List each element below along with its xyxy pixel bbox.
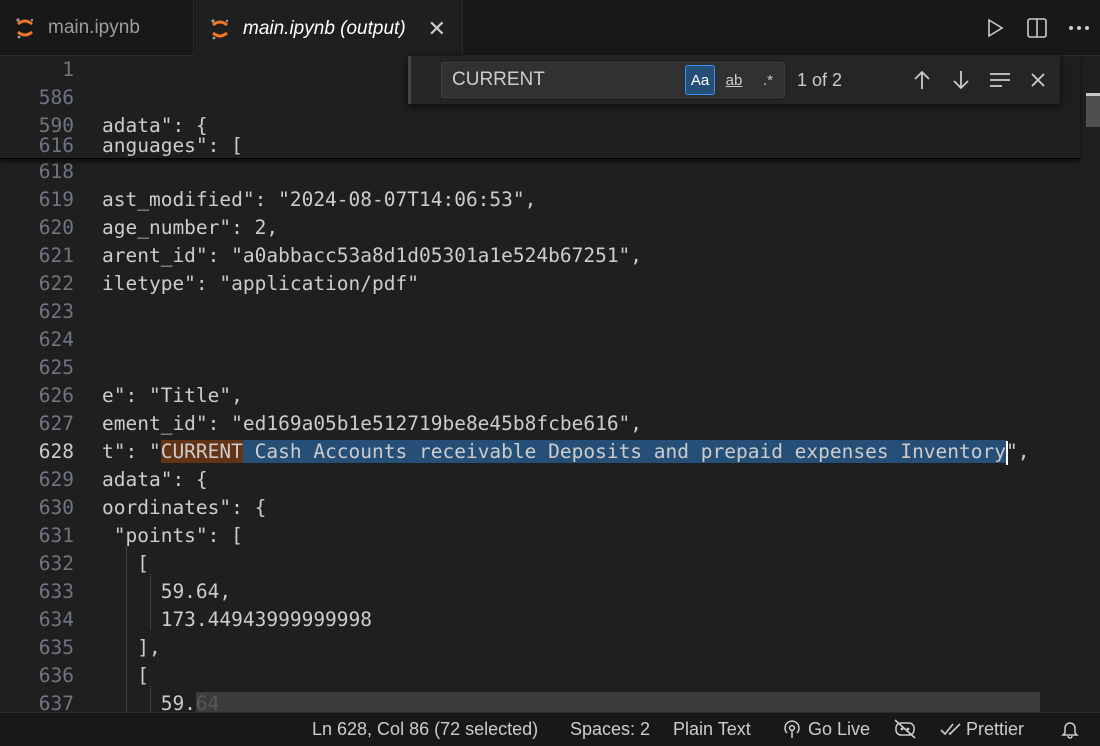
match-case-toggle[interactable]: Aa [685,65,715,95]
current-search-match: CURRENT [160,440,243,463]
line-text: ement_id": "ed169a05b1e512719be8e45b8fcb… [102,412,643,435]
arrow-up-icon [914,70,930,89]
find-in-selection-button[interactable] [985,65,1015,95]
indentation-setting[interactable]: Spaces: 2 [570,713,650,746]
find-in-selection-icon [990,73,1010,87]
prettier-status[interactable]: Prettier [940,713,1024,746]
jupyter-icon [211,18,229,39]
horizontal-scrollbar-thumb[interactable] [196,692,1040,712]
play-icon [988,18,1004,38]
line-number: 634 [38,608,74,631]
close-find-button[interactable] [1023,65,1053,95]
line-text: [ [102,664,149,687]
line-number: 628 [38,440,74,463]
tab-label: main.ipynb (output) [243,17,406,39]
language-mode[interactable]: Plain Text [673,713,751,746]
jupyter-icon [16,18,34,39]
whole-word-toggle[interactable]: ab [719,65,749,95]
run-button[interactable] [974,0,1016,56]
line-text: age_number": 2, [102,216,279,239]
line-number: 630 [38,496,74,519]
code-editor[interactable]: 618 619 ast_modified": "2024-08-07T14:06:… [0,56,1100,712]
arrow-down-icon [953,71,969,90]
go-live-button[interactable]: Go Live [782,713,870,746]
line-number: 631 [38,524,74,547]
editor-tab-bar: main.ipynb main.ipynb (output) ✕ [0,0,1100,57]
line-number: 1 [62,58,74,81]
line-text: oordinates": { [102,496,267,519]
double-check-icon [940,723,961,736]
find-widget: CURRENT Aa ab .* 1 of 2 [408,56,1060,104]
line-text: 59.64, [102,580,232,603]
prettier-label: Prettier [966,719,1025,739]
line-number: 633 [38,580,74,603]
line-text: ast_modified": "2024-08-07T14:06:53", [102,188,537,211]
more-icon [1069,26,1089,30]
tab-main-ipynb[interactable]: main.ipynb [0,0,194,56]
line-text: ], [102,636,161,659]
close-icon [1031,73,1045,87]
split-editor-button[interactable] [1016,0,1058,56]
line-number: 625 [38,356,74,379]
line-number: 618 [38,160,74,183]
broadcast-icon [784,720,800,738]
line-number: 586 [38,86,74,109]
next-match-button[interactable] [946,65,976,95]
line-text: [ [102,552,149,575]
line-number: 629 [38,468,74,491]
line-text: arent_id": "a0abbacc53a8d1d05301a1e524b6… [102,244,643,267]
text-selection: Cash Accounts receivable Deposits and pr… [242,440,1006,463]
line-text: 173.44943999999998 [102,608,373,631]
line-number: 622 [38,272,74,295]
line-number: 621 [38,244,74,267]
line-text: e": "Title", [102,384,243,407]
line-number: 627 [38,412,74,435]
line-text: "points": [ [102,524,243,547]
tab-label: main.ipynb [48,17,140,38]
status-bar: Ln 628, Col 86 (72 selected) Spaces: 2 P… [0,712,1100,746]
line-text: t": "CURRENT Cash Accounts receivable De… [102,438,1029,466]
copilot-status[interactable] [893,713,917,746]
line-number: 632 [38,552,74,575]
split-editor-icon [1027,18,1047,38]
line-text-suffix: ", [1006,440,1030,463]
line-number: 616 [38,134,74,157]
more-actions-button[interactable] [1058,0,1100,56]
copilot-disabled-icon [894,719,916,739]
line-text: adata": { [102,468,208,491]
line-number: 637 [38,692,74,712]
line-number: 636 [38,664,74,687]
line-number: 620 [38,216,74,239]
notifications-button[interactable] [1060,713,1080,746]
line-text: anguages": [ [102,134,243,157]
line-number: 624 [38,328,74,351]
bell-icon [1061,722,1079,739]
cursor-position[interactable]: Ln 628, Col 86 (72 selected) [312,713,538,746]
line-number: 626 [38,384,74,407]
line-number: 619 [38,188,74,211]
editor-actions [974,0,1100,56]
line-text: iletype": "application/pdf" [102,272,419,295]
tab-main-ipynb-output[interactable]: main.ipynb (output) ✕ [195,0,463,57]
close-icon[interactable]: ✕ [428,16,446,42]
whole-word-label: ab [725,71,743,89]
previous-match-button[interactable] [907,65,937,95]
line-number: 623 [38,300,74,323]
line-text-prefix: t": " [102,440,161,463]
vertical-scrollbar-thumb[interactable] [1086,93,1100,127]
match-count: 1 of 2 [797,70,843,90]
scrollbar-cursor-marker [1086,93,1100,96]
go-live-label: Go Live [808,719,871,739]
regex-toggle[interactable]: .* [753,65,783,95]
line-number: 635 [38,636,74,659]
